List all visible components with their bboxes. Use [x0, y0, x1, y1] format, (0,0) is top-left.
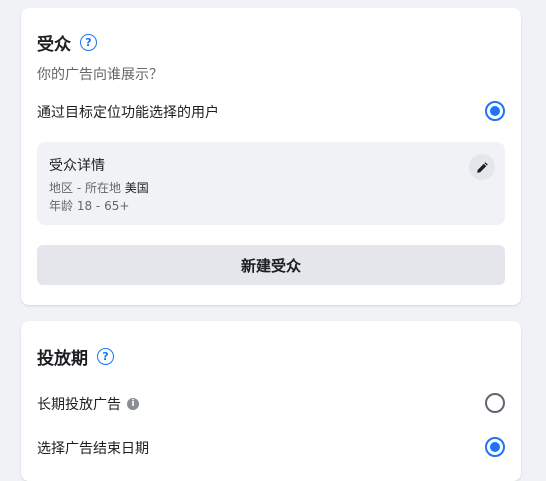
- schedule-card: 投放期 ? 长期投放广告 i 选择广告结束日期: [21, 321, 521, 481]
- info-circle-icon[interactable]: i: [127, 398, 139, 410]
- audience-details-title: 受众详情: [49, 158, 105, 174]
- continuous-run-option[interactable]: 长期投放广告 i: [37, 394, 139, 414]
- edit-audience-button[interactable]: [469, 154, 495, 180]
- location-value: 美国: [124, 181, 149, 195]
- age-line: 年龄 18 - 65+: [49, 197, 129, 214]
- continuous-run-label: 长期投放广告: [37, 397, 121, 413]
- audience-details-panel: 受众详情 地区 - 所在地 美国 年龄 18 - 65+: [37, 142, 505, 225]
- targeting-option-radio[interactable]: [485, 101, 505, 121]
- pencil-icon: [476, 161, 488, 173]
- end-date-option-label[interactable]: 选择广告结束日期: [37, 438, 149, 458]
- schedule-header: 投放期 ?: [37, 344, 114, 369]
- location-label: 地区 - 所在地: [49, 181, 121, 195]
- new-audience-button[interactable]: 新建受众: [37, 245, 505, 285]
- end-date-option-radio[interactable]: [485, 437, 505, 457]
- question-circle-icon[interactable]: ?: [80, 34, 97, 51]
- targeting-option-label[interactable]: 通过目标定位功能选择的用户: [37, 102, 219, 122]
- continuous-run-radio[interactable]: [485, 393, 505, 413]
- schedule-title: 投放期: [37, 349, 88, 369]
- audience-header: 受众 ?: [37, 30, 97, 55]
- question-circle-icon[interactable]: ?: [97, 348, 114, 365]
- audience-card: 受众 ? 你的广告向谁展示？ 通过目标定位功能选择的用户 受众详情 地区 - 所…: [21, 8, 521, 305]
- age-label: 年龄: [49, 199, 74, 213]
- audience-subtitle: 你的广告向谁展示？: [37, 67, 163, 83]
- location-line: 地区 - 所在地 美国: [49, 179, 149, 196]
- age-value: 18 - 65+: [76, 199, 130, 213]
- audience-title: 受众: [37, 35, 71, 55]
